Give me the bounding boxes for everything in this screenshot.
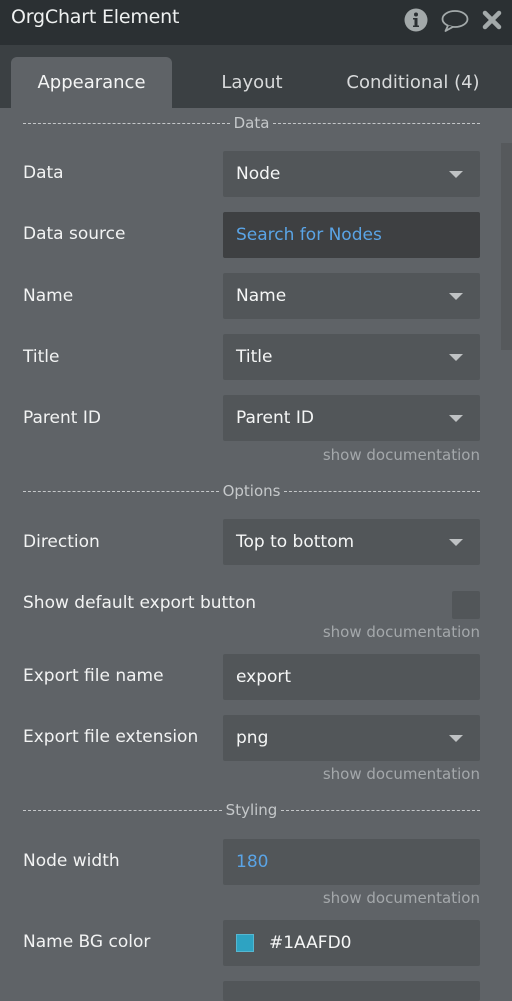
- name-dropdown[interactable]: Name: [223, 273, 480, 319]
- tab-layout[interactable]: Layout: [196, 57, 308, 108]
- direction-value: Top to bottom: [236, 532, 355, 552]
- name-label: Name: [23, 286, 74, 306]
- name-value: Name: [236, 286, 287, 306]
- title-value: Title: [236, 347, 273, 367]
- data-value: Node: [236, 164, 281, 184]
- show-documentation-link[interactable]: show documentation: [323, 889, 480, 907]
- data-source-field[interactable]: Search for Nodes: [223, 212, 480, 258]
- section-divider-options: Options: [23, 480, 481, 502]
- next-field-partial[interactable]: [223, 981, 480, 1001]
- node-width-value: 180: [236, 852, 269, 872]
- chevron-down-icon: [449, 415, 463, 422]
- data-source-value: Search for Nodes: [236, 225, 382, 245]
- show-documentation-link[interactable]: show documentation: [323, 446, 480, 464]
- tab-appearance[interactable]: Appearance: [11, 57, 172, 108]
- tab-bar: Appearance Layout Conditional (4): [0, 45, 512, 108]
- export-ext-label: Export file extension: [23, 727, 199, 747]
- show-documentation-link[interactable]: show documentation: [323, 623, 480, 641]
- data-dropdown[interactable]: Node: [223, 151, 480, 197]
- export-name-input[interactable]: export: [223, 654, 480, 700]
- chevron-down-icon: [449, 171, 463, 178]
- data-label: Data: [23, 163, 64, 183]
- comment-icon[interactable]: [440, 9, 470, 37]
- title-dropdown[interactable]: Title: [223, 334, 480, 380]
- export-ext-dropdown[interactable]: png: [223, 715, 480, 761]
- name-bg-color-label: Name BG color: [23, 932, 151, 952]
- data-source-label: Data source: [23, 224, 126, 244]
- export-name-value: export: [236, 667, 292, 687]
- chevron-down-icon: [449, 293, 463, 300]
- panel-title: OrgChart Element: [11, 6, 180, 28]
- chevron-down-icon: [449, 539, 463, 546]
- show-documentation-link[interactable]: show documentation: [323, 765, 480, 783]
- node-width-label: Node width: [23, 851, 120, 871]
- show-export-checkbox[interactable]: [452, 591, 480, 619]
- export-ext-value: png: [236, 728, 269, 748]
- direction-label: Direction: [23, 532, 100, 552]
- color-swatch[interactable]: [236, 934, 254, 952]
- name-bg-color-picker[interactable]: #1AAFD0: [223, 920, 480, 966]
- show-export-label: Show default export button: [23, 593, 257, 613]
- parent-id-label: Parent ID: [23, 408, 101, 428]
- parent-id-dropdown[interactable]: Parent ID: [223, 395, 480, 441]
- node-width-input[interactable]: 180: [223, 839, 480, 885]
- close-icon[interactable]: [482, 10, 502, 34]
- title-bar: OrgChart Element: [0, 0, 512, 45]
- tab-conditional[interactable]: Conditional (4): [330, 57, 496, 108]
- chevron-down-icon: [449, 735, 463, 742]
- info-icon[interactable]: [404, 8, 428, 36]
- section-divider-styling: Styling: [23, 799, 480, 821]
- direction-dropdown[interactable]: Top to bottom: [223, 519, 480, 565]
- scrollbar[interactable]: [501, 143, 512, 350]
- chevron-down-icon: [449, 354, 463, 361]
- title-label: Title: [23, 347, 60, 367]
- section-divider-data: Data: [23, 112, 481, 134]
- parent-id-value: Parent ID: [236, 408, 314, 428]
- export-name-label: Export file name: [23, 666, 164, 686]
